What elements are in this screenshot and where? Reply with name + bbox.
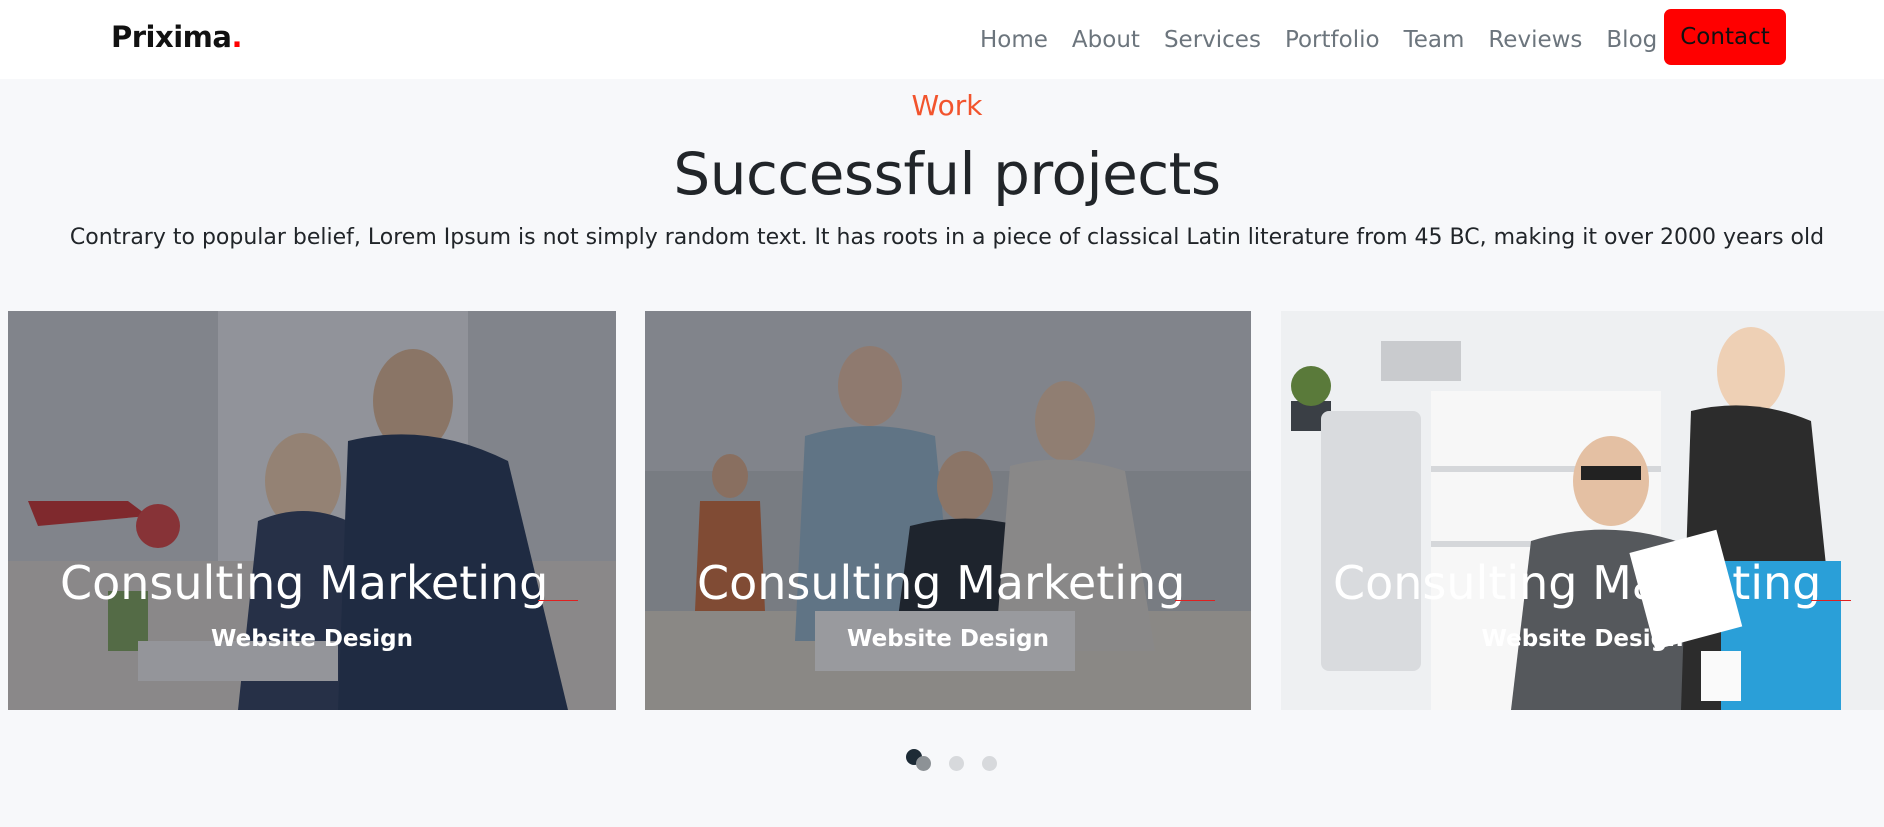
card-subtitle: Website Design xyxy=(1481,626,1684,652)
nav-link-reviews[interactable]: Reviews xyxy=(1488,27,1582,53)
card-title-underline xyxy=(1811,600,1851,601)
pagination-dot[interactable] xyxy=(949,756,964,771)
brand-logo[interactable]: Prixima. xyxy=(111,20,242,54)
brand-name: Prixima xyxy=(111,20,232,54)
pagination-dot[interactable] xyxy=(982,756,997,771)
project-card[interactable]: Consulting Marketing Website Design xyxy=(8,311,616,710)
brand-dot: . xyxy=(231,20,242,54)
nav-links: Home About Services Portfolio Team Revie… xyxy=(980,0,1681,79)
card-title: Consulting Marketing xyxy=(697,556,1186,610)
card-subtitle: Website Design xyxy=(847,626,1049,652)
card-title: Consulting Marketing xyxy=(60,556,549,610)
contact-button[interactable]: Contact xyxy=(1664,9,1786,65)
nav-link-home[interactable]: Home xyxy=(980,27,1048,53)
card-subtitle: Website Design xyxy=(211,626,413,652)
section-eyebrow: Work xyxy=(911,89,983,122)
project-card[interactable]: Consulting Marketing Website Design xyxy=(645,311,1251,710)
project-card[interactable]: Consulting Marketing Website Design xyxy=(1281,311,1884,710)
nav-link-blog[interactable]: Blog xyxy=(1606,27,1657,53)
section-lead: Contrary to popular belief, Lorem Ipsum … xyxy=(69,225,1825,250)
nav-link-portfolio[interactable]: Portfolio xyxy=(1285,27,1380,53)
card-title-underline xyxy=(538,600,578,601)
nav-link-about[interactable]: About xyxy=(1072,27,1140,53)
carousel-pagination xyxy=(904,749,1004,771)
pagination-dot[interactable] xyxy=(916,756,931,771)
card-title-underline xyxy=(1175,600,1215,601)
nav-link-team[interactable]: Team xyxy=(1404,27,1465,53)
nav-link-services[interactable]: Services xyxy=(1164,27,1261,53)
card-title: Consulting Marketing xyxy=(1333,556,1822,610)
navbar: Prixima. Home About Services Portfolio T… xyxy=(0,0,1884,79)
section-heading: Successful projects xyxy=(673,140,1221,208)
